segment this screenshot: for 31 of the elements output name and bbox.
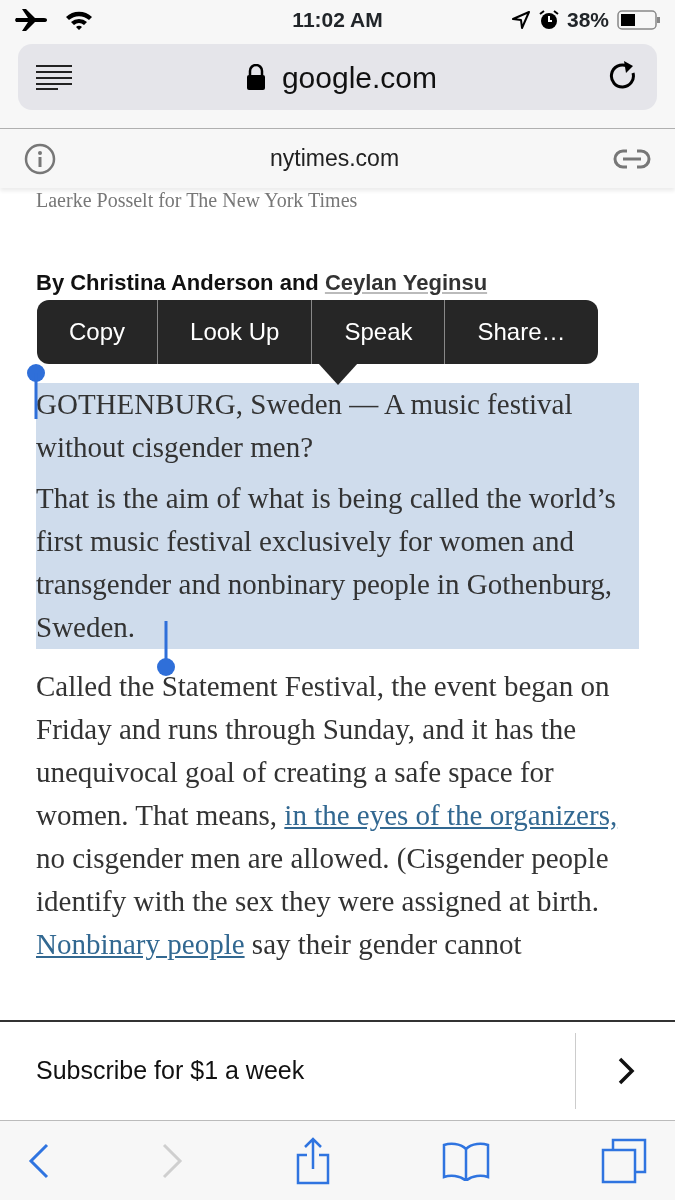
photo-credit: Laerke Posselt for The New York Times <box>36 188 359 212</box>
lock-icon <box>245 64 266 90</box>
byline: By Christina Anderson and Ceylan Yeginsu <box>36 269 489 297</box>
tabs-icon[interactable] <box>601 1137 647 1184</box>
alarm-clock-icon <box>538 10 559 30</box>
menu-item[interactable]: Share… <box>445 300 598 364</box>
menu-item[interactable]: Copy <box>37 300 159 364</box>
article-paragraph: GOTHENBURG, Sweden — A music festival without cisgender men? <box>36 387 574 465</box>
back-icon[interactable] <box>28 1142 50 1179</box>
subscribe-text[interactable]: Subscribe for $1 a week <box>0 1052 575 1090</box>
link-icon[interactable] <box>613 148 651 169</box>
info-icon[interactable] <box>24 142 56 175</box>
status-time: 11:02 AM <box>291 7 384 34</box>
address-url[interactable]: google.com <box>281 54 438 100</box>
reader-view-icon[interactable] <box>36 64 74 90</box>
selection-handle-icon[interactable] <box>156 621 176 677</box>
airplane-icon <box>14 8 48 32</box>
text-link[interactable]: Ceylan Yeginsu <box>324 270 488 295</box>
share-icon[interactable] <box>294 1136 331 1185</box>
location-arrow-icon <box>510 10 531 30</box>
article-paragraph: That is the aim of what is being called the world’s first music festival exclusively for women and transgender and nonbinary people in Gothenburg, Sweden. <box>36 481 617 645</box>
battery-icon <box>617 9 661 31</box>
wifi-icon <box>64 9 94 31</box>
chevron-right-icon[interactable] <box>616 1056 635 1086</box>
bookmarks-icon[interactable] <box>441 1140 490 1181</box>
battery-percentage: 38% <box>566 7 609 34</box>
menu-item[interactable]: Look Up <box>158 300 313 364</box>
site-domain: nytimes.com <box>268 144 401 174</box>
text-link[interactable]: in the eyes of the organizers, <box>284 799 618 831</box>
text-link[interactable]: Nonbinary people <box>36 928 245 960</box>
article-paragraph: Called the Statement Festival, the event began on Friday and runs through Sunday, and it has the unequivocal goal of creating a safe space for women. That means, in the eyes of the organizers, no cisgender men are allowed. (Cisgender people identify with the sex they were assigned at birth. Nonbinary people say their gender cannot <box>36 669 619 962</box>
